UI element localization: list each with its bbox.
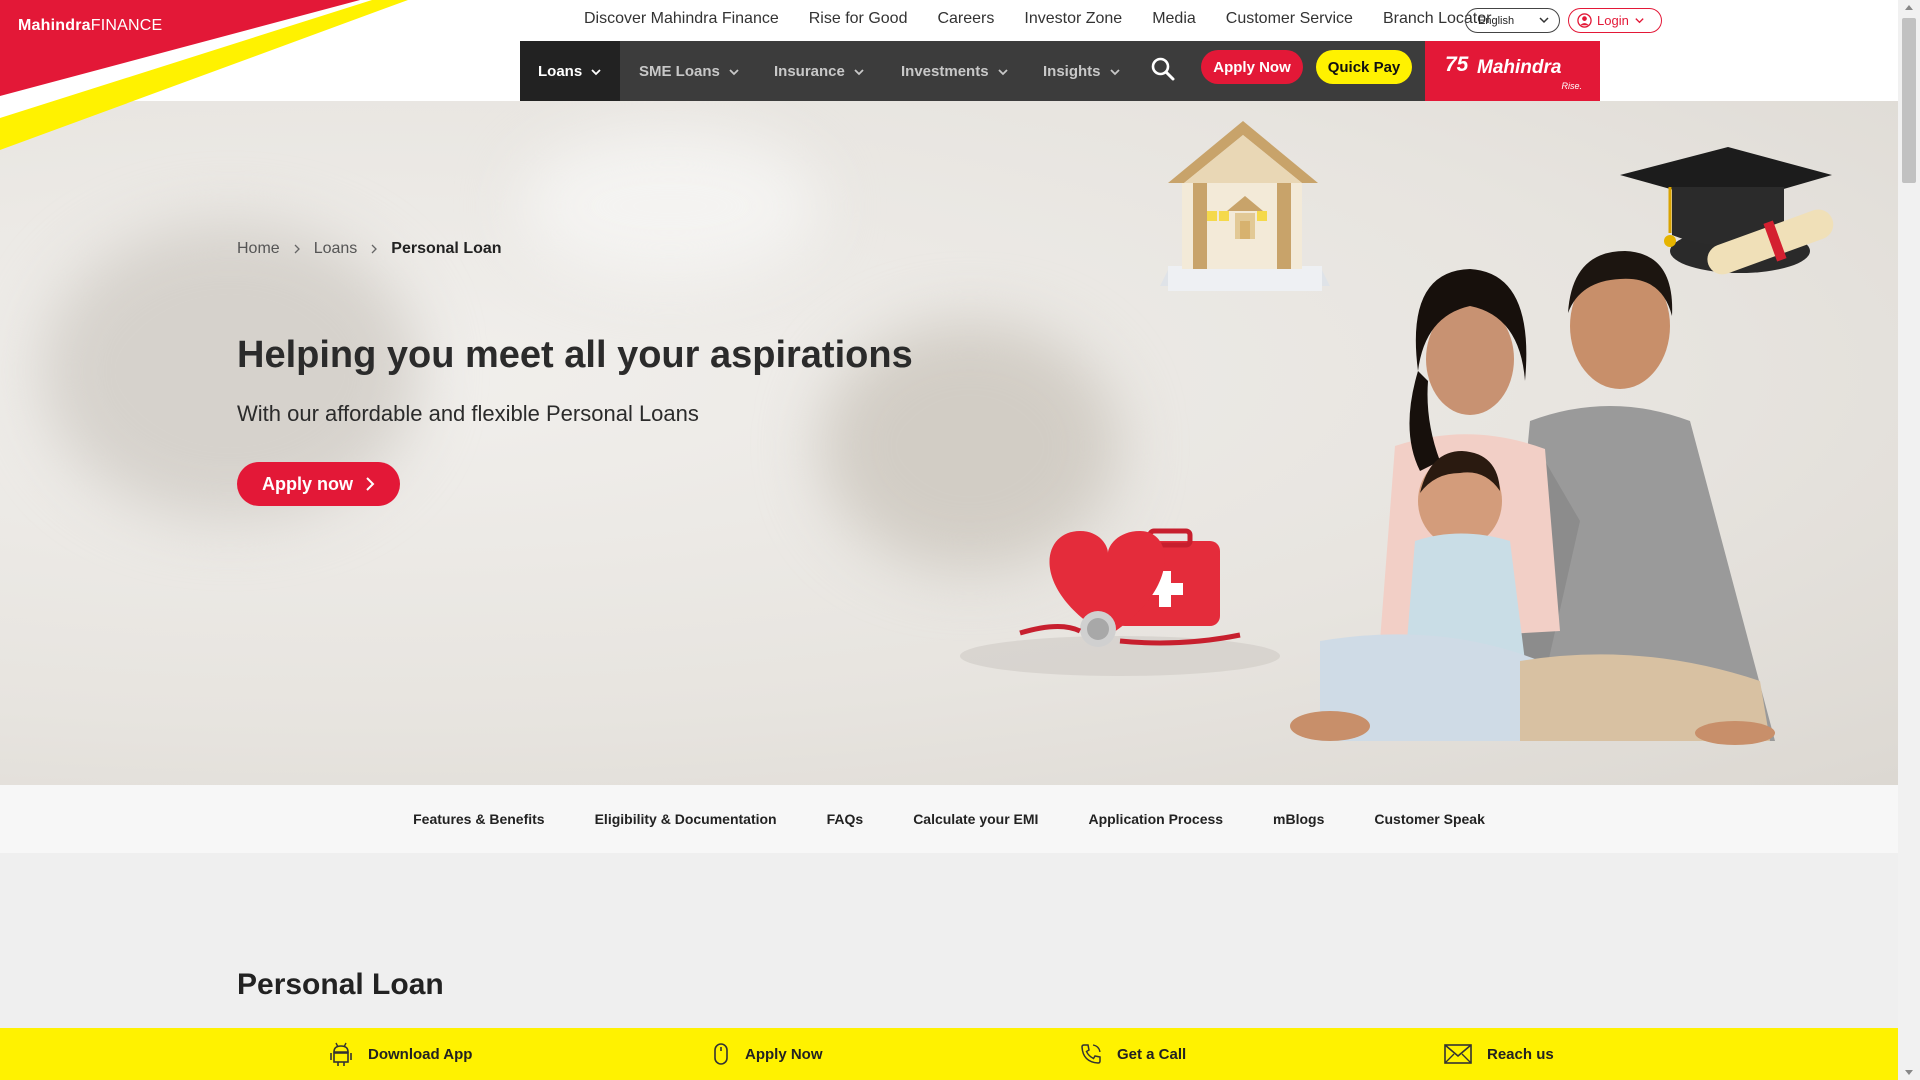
chevron-down-icon — [591, 69, 601, 76]
chevron-right-icon — [371, 244, 378, 254]
section-title: Personal Loan — [237, 968, 444, 1001]
chevron-down-icon — [729, 69, 739, 76]
top-link-discover[interactable]: Discover Mahindra Finance — [584, 10, 779, 28]
top-link-media[interactable]: Media — [1152, 10, 1196, 28]
scrollbar-thumb[interactable] — [1902, 18, 1916, 183]
bottom-apply-now-label: Apply Now — [745, 1045, 823, 1063]
logo-bold-text: Mahindra — [18, 17, 91, 34]
quick-pay-button[interactable]: Quick Pay — [1316, 50, 1412, 84]
health-kit-icon — [960, 528, 1280, 676]
phone-icon — [1081, 1044, 1101, 1064]
graduation-cap-icon — [1620, 147, 1834, 275]
scroll-up-arrow[interactable] — [1905, 5, 1913, 10]
hero-title: Helping you meet all your aspirations — [237, 334, 913, 376]
tab-faqs[interactable]: FAQs — [827, 811, 864, 827]
get-a-call-label: Get a Call — [1117, 1045, 1187, 1063]
hero-illustration — [960, 121, 1834, 745]
breadcrumb-home[interactable]: Home — [237, 240, 280, 258]
apply-now-button[interactable]: Apply Now — [1201, 50, 1303, 84]
download-app-button[interactable]: Download App — [328, 1028, 472, 1080]
top-links: Discover Mahindra Finance Rise for Good … — [584, 10, 1491, 28]
chevron-down-icon — [854, 69, 864, 76]
login-button[interactable]: Login — [1568, 8, 1662, 33]
chevron-down-icon — [1109, 69, 1120, 76]
nav-label: Insurance — [774, 62, 845, 80]
tab-mblogs[interactable]: mBlogs — [1273, 811, 1324, 827]
reach-us-button[interactable]: Reach us — [1443, 1028, 1554, 1080]
scroll-down-arrow[interactable] — [1905, 1070, 1913, 1075]
family-photo — [1290, 251, 1775, 745]
hero-apply-label: Apply now — [262, 473, 353, 494]
reach-us-label: Reach us — [1487, 1045, 1554, 1063]
mouse-icon — [714, 1043, 728, 1065]
logo-thin-text: FINANCE — [90, 17, 163, 34]
mahindra-rise-badge[interactable]: 75 Mahindra Rise. — [1425, 41, 1600, 101]
bottom-apply-now-button[interactable]: Apply Now — [711, 1028, 823, 1080]
chevron-down-icon — [997, 69, 1008, 76]
get-a-call-button[interactable]: Get a Call — [1079, 1028, 1186, 1080]
search-icon[interactable] — [1150, 56, 1176, 82]
chevron-right-icon — [366, 477, 375, 491]
company-logo[interactable]: MahindraFINANCE — [18, 17, 162, 35]
nav-label: SME Loans — [639, 62, 720, 80]
nav-label: Investments — [901, 62, 989, 80]
badge-number: 75 — [1445, 53, 1469, 76]
tab-eligibility-documentation[interactable]: Eligibility & Documentation — [595, 811, 777, 827]
chevron-down-icon — [1635, 18, 1644, 24]
bottom-action-bar: Download App Apply Now Get a Call Reach … — [0, 1028, 1898, 1080]
top-link-rise-for-good[interactable]: Rise for Good — [809, 10, 908, 28]
hero-banner: Home Loans Personal Loan Helping you mee… — [0, 101, 1898, 785]
language-select[interactable]: English — [1465, 8, 1560, 33]
nav-label: Insights — [1043, 62, 1101, 80]
page-scrollbar[interactable] — [1898, 0, 1920, 1080]
content-section: Personal Loan — [0, 853, 1898, 1028]
breadcrumb-loans[interactable]: Loans — [314, 240, 358, 258]
tab-customer-speak[interactable]: Customer Speak — [1374, 811, 1484, 827]
hero-subtitle: With our affordable and flexible Persona… — [237, 401, 699, 426]
mail-icon — [1444, 1044, 1472, 1064]
top-link-customer-service[interactable]: Customer Service — [1226, 10, 1353, 28]
nav-item-investments[interactable]: Investments — [901, 41, 1009, 101]
nav-item-insights[interactable]: Insights — [1043, 41, 1121, 101]
breadcrumb: Home Loans Personal Loan — [237, 240, 502, 258]
breadcrumb-current: Personal Loan — [391, 240, 502, 257]
main-nav: Loans SME Loans Insurance Investments In… — [520, 41, 1600, 101]
user-icon — [1577, 13, 1592, 28]
download-app-label: Download App — [368, 1045, 473, 1063]
top-utility-nav: Discover Mahindra Finance Rise for Good … — [0, 0, 1898, 41]
section-tabs: Features & Benefits Eligibility & Docume… — [0, 785, 1898, 853]
tab-application-process[interactable]: Application Process — [1088, 811, 1223, 827]
hero-apply-button[interactable]: Apply now — [237, 462, 400, 506]
house-icon — [1160, 121, 1330, 291]
chevron-right-icon — [294, 244, 300, 254]
nav-item-sme-loans[interactable]: SME Loans — [639, 41, 740, 101]
nav-label: Loans — [538, 62, 583, 80]
badge-tagline: Rise. — [1561, 81, 1582, 91]
tab-calculate-emi[interactable]: Calculate your EMI — [913, 811, 1038, 827]
nav-item-insurance[interactable]: Insurance — [774, 41, 865, 101]
top-link-careers[interactable]: Careers — [937, 10, 994, 28]
language-value: English — [1478, 14, 1515, 27]
login-label: Login — [1597, 13, 1629, 28]
android-icon — [330, 1042, 352, 1066]
top-link-investor-zone[interactable]: Investor Zone — [1024, 10, 1122, 28]
chevron-down-icon — [1539, 17, 1549, 24]
tab-features-benefits[interactable]: Features & Benefits — [413, 811, 544, 827]
badge-name: Mahindra — [1477, 57, 1562, 78]
nav-item-loans[interactable]: Loans — [520, 41, 620, 101]
